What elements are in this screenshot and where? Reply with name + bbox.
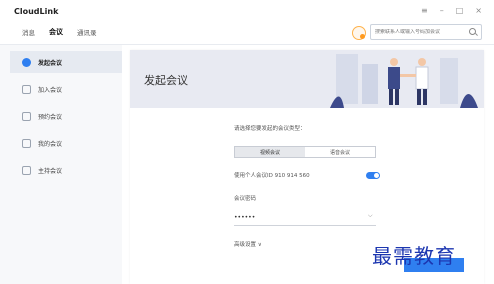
title-bar: CloudLink 消息 会议 通讯录 ≡ – □ × <box>0 0 494 40</box>
close-icon[interactable]: × <box>475 6 482 15</box>
sidebar-item-label: 主持会议 <box>38 167 63 175</box>
sidebar-item-schedule-meeting[interactable]: 预约会议 <box>10 105 122 127</box>
watermark: 最需教育 <box>372 244 456 268</box>
personal-id-toggle[interactable] <box>366 172 380 179</box>
menu-icon[interactable]: ≡ <box>421 6 428 15</box>
option-audio-meeting[interactable]: 语音会议 <box>305 147 375 157</box>
option-video-meeting[interactable]: 视频会议 <box>235 147 305 157</box>
search-box[interactable] <box>370 24 482 40</box>
sidebar-item-label: 加入会议 <box>38 86 63 94</box>
banner: 发起会议 <box>130 50 484 108</box>
banner-illustration <box>330 54 478 108</box>
page-title: 发起会议 <box>144 74 188 87</box>
top-nav: 消息 会议 通讯录 <box>22 27 97 37</box>
minimize-icon[interactable]: – <box>440 6 444 15</box>
host-icon <box>22 165 31 175</box>
sidebar: 发起会议 加入会议 预约会议 我的会议 主持会议 <box>0 45 122 284</box>
search-input[interactable] <box>371 29 467 35</box>
meeting-type-prompt: 请选择您要发起的会议类型： <box>234 126 306 132</box>
password-label: 会议密码 <box>234 196 257 202</box>
sidebar-item-my-meetings[interactable]: 我的会议 <box>10 132 122 154</box>
maximize-icon[interactable]: □ <box>456 6 464 15</box>
meeting-type-selector: 视频会议 语音会议 <box>234 146 376 158</box>
personal-id-label: 使用个人会议ID 910 914 560 <box>234 173 310 179</box>
start-meeting-icon <box>22 57 31 67</box>
advanced-settings-toggle[interactable]: 高级设置 ∨ <box>234 240 262 248</box>
sidebar-item-join-meeting[interactable]: 加入会议 <box>10 78 122 100</box>
status-icon[interactable] <box>352 26 366 40</box>
password-field[interactable]: •••••• <box>234 214 376 226</box>
app-title: CloudLink <box>14 7 59 16</box>
sidebar-item-label: 我的会议 <box>38 140 63 148</box>
search-icon[interactable] <box>467 26 479 38</box>
chevron-down-icon[interactable]: ⌵ <box>368 212 373 220</box>
join-icon <box>22 84 31 94</box>
calendar-icon <box>22 111 31 121</box>
sidebar-item-host-meeting[interactable]: 主持会议 <box>10 159 122 181</box>
nav-contacts[interactable]: 通讯录 <box>77 27 97 37</box>
sidebar-item-label: 预约会议 <box>38 113 63 121</box>
nav-messages[interactable]: 消息 <box>22 27 35 37</box>
window-controls: ≡ – □ × <box>421 6 482 15</box>
list-icon <box>22 138 31 148</box>
nav-meetings[interactable]: 会议 <box>49 27 63 37</box>
sidebar-item-label: 发起会议 <box>38 59 63 67</box>
sidebar-item-start-meeting[interactable]: 发起会议 <box>10 51 122 73</box>
